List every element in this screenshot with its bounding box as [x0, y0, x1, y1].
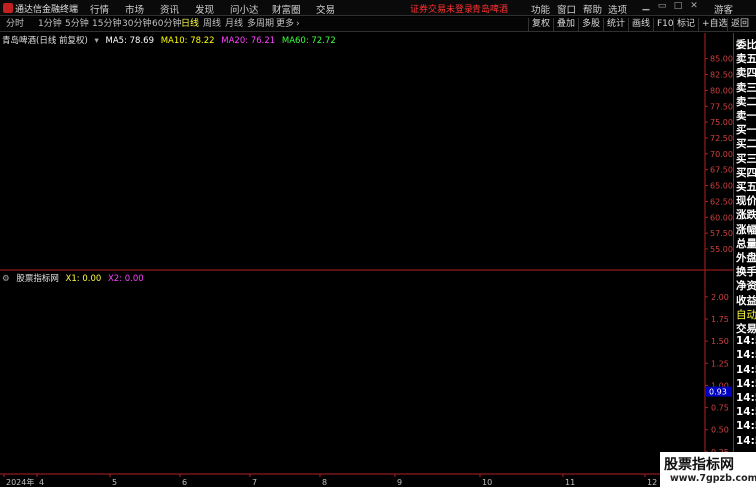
side-panel-item: 净资 — [736, 280, 756, 293]
legend-ma5: MA5: 78.69 — [105, 36, 154, 46]
price-tick-label: 65.00 — [710, 182, 733, 191]
watermark-logo: 股票指标网 www.7gpzb.com — [660, 452, 756, 487]
indicator-legend: ⚙ 股票指标网 X1: 0.00 X2: 0.00 — [2, 272, 148, 284]
side-panel-item: 总量 — [736, 237, 756, 250]
date-label: 6 — [182, 478, 187, 487]
date-label: 9 — [397, 478, 402, 487]
side-panel-item: 现价 — [736, 195, 756, 208]
price-tick-label: 72.50 — [710, 134, 733, 143]
ind-tick-label: 0.50 — [711, 426, 729, 435]
side-panel-item: 涨跌 — [736, 209, 756, 222]
side-panel-item: 买四 — [736, 166, 756, 179]
side-panel-item: 14:50 — [736, 406, 756, 419]
side-panel-item: 14:50 — [736, 335, 756, 348]
ind-tick-label: 2.00 — [711, 293, 729, 302]
legend-ma60: MA60: 72.72 — [281, 36, 336, 46]
date-label: 10 — [482, 478, 492, 487]
price-tick-label: 62.50 — [710, 197, 733, 206]
side-panel-item: 涨幅 — [736, 223, 756, 236]
legend-dropdown-icon[interactable]: ▾ — [95, 36, 99, 46]
side-panel-item: 14:50 — [736, 392, 756, 404]
indicator-title: 股票指标网 — [16, 274, 59, 284]
price-tick-label: 85.00 — [710, 55, 733, 64]
ind-tick-label: 0.75 — [711, 404, 729, 413]
main-chart-legend: 青岛啤酒(日线 前复权) ▾ MA5: 78.69 MA10: 78.22 MA… — [2, 34, 340, 46]
price-tick-label: 60.00 — [710, 213, 733, 222]
side-panel-item: 外盘 — [736, 252, 756, 264]
ind-tick-label: 1.75 — [711, 315, 729, 324]
side-panel-item: 买二 — [736, 138, 756, 151]
side-panel-item: 自动 — [736, 308, 756, 321]
side-panel-item: 收益 — [736, 294, 756, 307]
date-label: 12 — [647, 478, 657, 487]
date-label: 2024年 — [6, 477, 34, 487]
date-label: 11 — [565, 478, 575, 487]
side-panel-item: 买一 — [736, 124, 756, 137]
chart-title: 青岛啤酒(日线 前复权) — [2, 36, 88, 46]
legend-ma10: MA10: 78.22 — [160, 36, 215, 46]
side-panel-item: 卖四 — [736, 67, 756, 80]
watermark-url: www.7gpzb.com — [670, 473, 756, 484]
side-panel-item: 14:50 — [736, 363, 756, 376]
price-tick-label: 70.00 — [710, 150, 733, 159]
side-panel-item: 买三 — [736, 152, 756, 165]
price-tick-label: 77.50 — [710, 102, 733, 111]
side-panel-item: 卖一 — [736, 110, 756, 122]
date-label: 7 — [252, 478, 257, 487]
ind-tick-label: 1.25 — [711, 359, 729, 368]
side-panel-item: 14:50 — [736, 377, 756, 390]
ind-value-text: 0.93 — [709, 388, 727, 397]
side-panel-item: 买五 — [736, 181, 756, 193]
side-panel-item: 交易 — [736, 323, 756, 335]
date-label: 5 — [112, 478, 117, 487]
chart-background — [0, 33, 733, 487]
price-tick-label: 57.50 — [710, 229, 733, 238]
side-panel-item: 换手 — [736, 266, 756, 279]
chart-area[interactable]: 86.18←53.203配恭财 专专专专专 55.0057.5060.0062.… — [0, 0, 733, 487]
price-tick-label: 82.50 — [710, 71, 733, 80]
legend-ma20: MA20: 76.21 — [221, 36, 276, 46]
price-tick-label: 67.50 — [710, 166, 733, 175]
price-tick-label: 80.00 — [710, 86, 733, 95]
date-label: 8 — [322, 478, 327, 487]
legend-x2: X2: 0.00 — [107, 274, 144, 284]
quote-side-panel: 委比卖五 卖四 卖三 卖二卖一买一 买二 买三 买四买五现价 涨跌 涨幅 总量外盘换手 净资 收益 自动… — [733, 33, 756, 487]
side-panel-item: 委比 — [736, 39, 756, 51]
watermark-main: 股票指标网 — [664, 457, 734, 473]
price-tick-label: 75.00 — [710, 118, 733, 127]
side-panel-item: 卖五 — [736, 53, 756, 66]
price-tick-label: 55.00 — [710, 245, 733, 254]
date-label: 4 — [39, 478, 44, 487]
indicator-settings-icon[interactable]: ⚙ — [2, 274, 10, 284]
side-panel-item: 14:50 — [736, 420, 756, 433]
side-panel-item: 卖三 — [736, 81, 756, 94]
side-panel-item: 14:50 — [736, 434, 756, 447]
side-panel-item: 14:50 — [736, 349, 756, 362]
ind-tick-label: 1.50 — [711, 337, 729, 346]
legend-x1: X1: 0.00 — [65, 274, 102, 284]
side-panel-item: 卖二 — [736, 95, 756, 108]
